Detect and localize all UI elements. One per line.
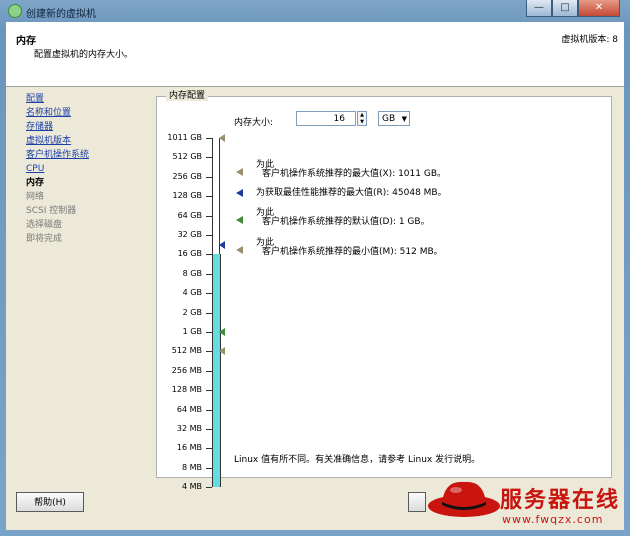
scale-tick-label: 1 GB (182, 327, 202, 336)
memory-size-input[interactable]: 16 (296, 111, 356, 126)
scale-tick-label: 4 GB (182, 288, 202, 298)
vm-version-label: 虚拟机版本: 8 (561, 35, 618, 45)
memory-unit-value: GB (382, 114, 396, 124)
scale-tick-label: 64 GB (177, 210, 202, 220)
wizard-step[interactable]: CPU (26, 162, 146, 176)
wizard-step[interactable]: 名称和位置 (26, 106, 146, 120)
recommendation-text[interactable]: 客户机操作系统推荐的最小值(M): 512 MB。 (262, 247, 443, 257)
scale-tick (206, 487, 212, 489)
wizard-step: 即将完成 (26, 234, 63, 244)
scale-tick-label: 4 MB (181, 482, 202, 492)
page-title: 内存 (16, 36, 36, 47)
recommendation-text[interactable]: 客户机操作系统推荐的默认值(D): 1 GB。 (262, 217, 430, 227)
wizard-step: 网络 (26, 192, 45, 202)
dialog-window: 创建新的虚拟机 — □ ✕ 内存 配置虚拟机的内存大小。 虚拟机版本: 8 配置… (0, 0, 630, 536)
scale-tick-label: 256 MB (171, 365, 202, 375)
scale-tick-label: 8 MB (181, 462, 202, 472)
minimize-button[interactable]: — (526, 0, 552, 17)
scale-tick-label: 64 MB (176, 404, 202, 414)
scale-tick-label: 32 GB (177, 230, 202, 239)
triangle-marker-icon (236, 168, 243, 176)
window-controls: — □ ✕ (526, 0, 620, 18)
wizard-step: 内存 (26, 178, 45, 188)
page-subtitle: 配置虚拟机的内存大小。 (34, 50, 134, 60)
window-title: 创建新的虚拟机 (26, 9, 96, 20)
scale-tick-label: 128 MB (171, 385, 202, 395)
memory-size-spinner[interactable]: ▲ ▼ (357, 111, 367, 126)
scale-marker-icon (219, 240, 225, 249)
wizard-step[interactable]: 客户机操作系统 (26, 148, 146, 162)
scale-tick-label: 32 MB (176, 424, 202, 433)
memory-unit-select[interactable]: GB ▼ (378, 111, 410, 126)
wizard-header: 内存 配置虚拟机的内存大小。 虚拟机版本: 8 (6, 22, 624, 87)
memory-scale-upper (212, 138, 220, 255)
scale-tick-label: 16 MB (176, 443, 202, 453)
scale-marker-icon (219, 328, 225, 336)
memory-config-group (156, 96, 612, 478)
triangle-marker-icon (236, 216, 243, 224)
memory-size-label: 内存大小: (234, 118, 274, 128)
memory-config-label: 内存配置 (166, 88, 209, 101)
scale-tick-label: 256 GB (172, 171, 203, 181)
linux-note: Linux 值有所不同。有关准确信息，请参考 Linux 发行说明。 (234, 455, 481, 465)
title-bar: 创建新的虚拟机 — □ ✕ (0, 0, 630, 22)
wizard-steps: 配置 名称和位置 存储器 虚拟机版本 客户机操作系统 CPU 内存网络 SCSI 控制器 选择磁… (26, 92, 146, 246)
scale-tick-label: 16 GB (177, 249, 202, 259)
memory-level-bar[interactable] (212, 254, 221, 488)
triangle-marker-icon (236, 246, 243, 254)
maximize-button[interactable]: □ (552, 0, 578, 17)
recommendation-text[interactable]: 客户机操作系统推荐的最大值(X): 1011 GB。 (262, 169, 446, 179)
redhat-logo-icon (428, 481, 500, 517)
recommendation-text[interactable]: 为获取最佳性能推荐的最大值(R): 45048 MB。 (256, 188, 447, 198)
help-button[interactable]: 帮助(H) (16, 492, 84, 512)
wizard-step[interactable]: 存储器 (26, 120, 146, 134)
scale-tick-label: 512 GB (172, 152, 203, 162)
scale-tick-label: 512 MB (171, 346, 202, 356)
wizard-step[interactable]: 配置 (26, 92, 146, 106)
scale-tick-label: 128 GB (172, 191, 203, 201)
wizard-step: SCSI 控制器 (26, 206, 77, 216)
wizard-step[interactable]: 虚拟机版本 (26, 134, 146, 148)
watermark-brand: 服务器在线 (500, 488, 621, 513)
scale-marker-icon (219, 134, 225, 142)
scale-tick-label: 2 GB (182, 307, 202, 317)
dialog-client: 内存 配置虚拟机的内存大小。 虚拟机版本: 8 配置 名称和位置 存储器 虚拟机版本客… (6, 22, 624, 530)
scale-marker-icon (219, 347, 225, 356)
wizard-step: 选择磁盘 (26, 220, 63, 230)
watermark-url: www.fwqzx.com (502, 513, 604, 526)
triangle-marker-icon (236, 189, 243, 197)
partial-button[interactable] (408, 492, 426, 512)
vm-app-icon (8, 4, 22, 18)
close-button[interactable]: ✕ (578, 0, 620, 17)
chevron-down-icon: ▼ (401, 115, 407, 123)
scale-tick-label: 1011 GB (167, 133, 202, 142)
scale-tick-label: 8 GB (182, 268, 202, 278)
